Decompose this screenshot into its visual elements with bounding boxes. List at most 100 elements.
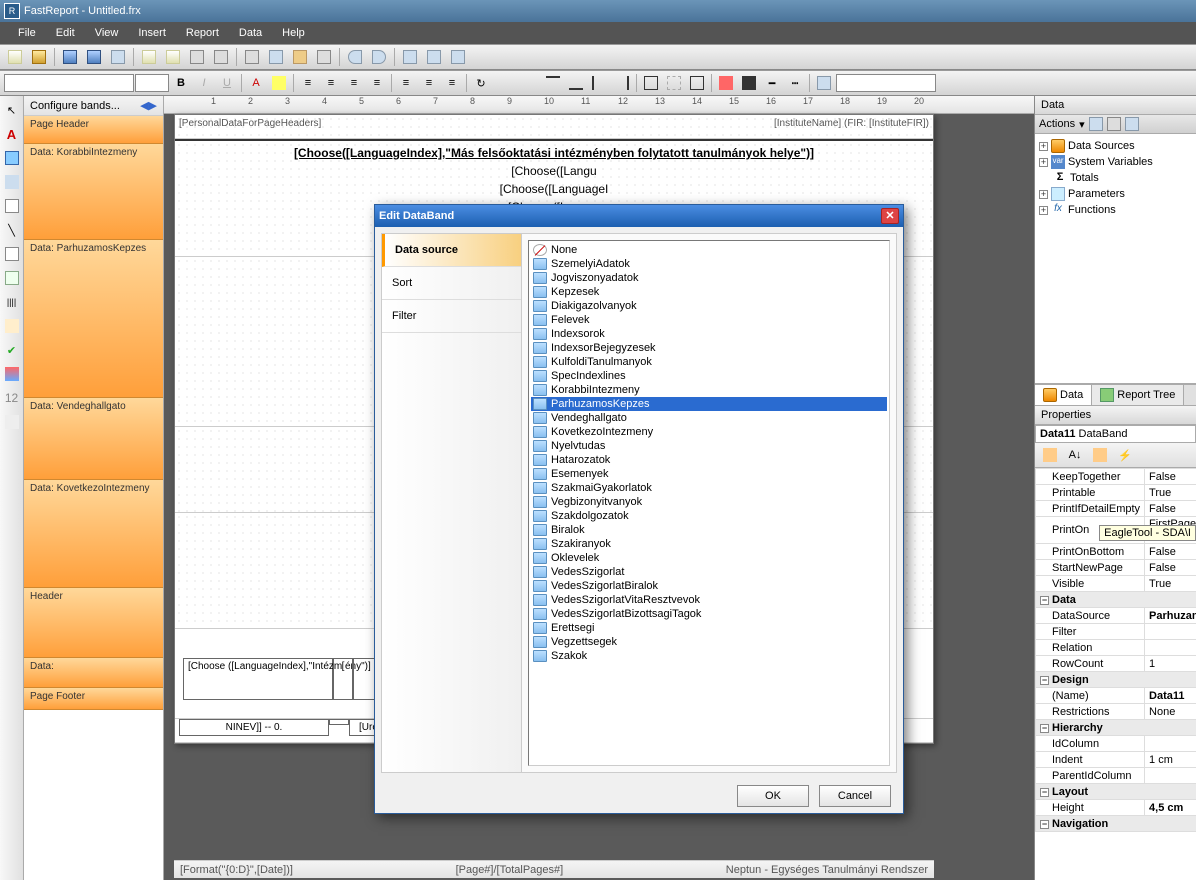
actions-icon-3[interactable] xyxy=(1125,117,1139,131)
valign-middle-button[interactable]: ≡ xyxy=(418,73,440,93)
border-top-button[interactable] xyxy=(542,73,564,93)
band-item[interactable]: Page Footer xyxy=(24,688,163,710)
prop-pages-button[interactable] xyxy=(1089,445,1111,465)
align-left-button[interactable]: ≡ xyxy=(297,73,319,93)
page-dialog-button[interactable] xyxy=(162,47,184,67)
saveall-button[interactable] xyxy=(83,47,105,67)
font-size-input[interactable] xyxy=(135,74,169,92)
highlight-button[interactable] xyxy=(268,73,290,93)
datasource-item[interactable]: SpecIndexlines xyxy=(531,369,887,383)
menu-file[interactable]: File xyxy=(8,25,46,41)
datasource-item[interactable]: Felevek xyxy=(531,313,887,327)
band-item[interactable]: Data: xyxy=(24,658,163,688)
align-right-button[interactable]: ≡ xyxy=(343,73,365,93)
page-header-right[interactable]: [InstituteName] (FIR: [InstituteFIR]) xyxy=(774,118,929,129)
border-all-button[interactable] xyxy=(640,73,662,93)
menu-report[interactable]: Report xyxy=(176,25,229,41)
cellular-tool[interactable] xyxy=(2,412,22,432)
style-dropdown[interactable] xyxy=(813,73,835,93)
datasource-item[interactable]: IndexsorBejegyzesek xyxy=(531,341,887,355)
pointer-tool[interactable]: ↖ xyxy=(2,100,22,120)
page-header-left[interactable]: [PersonalDataForPageHeaders] xyxy=(179,118,321,129)
picture-tool[interactable] xyxy=(2,148,22,168)
bands-collapse-icon[interactable]: ◀▶ xyxy=(140,99,157,112)
datasource-item[interactable]: KorabbiIntezmeny xyxy=(531,383,887,397)
cancel-button[interactable]: Cancel xyxy=(819,785,891,807)
datasource-list[interactable]: NoneSzemelyiAdatokJogviszonyadatokKepzes… xyxy=(528,240,890,766)
style-name-input[interactable] xyxy=(836,74,936,92)
band-item[interactable]: Data: Vendeghallgato xyxy=(24,398,163,480)
datasource-item[interactable]: Hatarozatok xyxy=(531,453,887,467)
datasource-item[interactable]: Vegzettsegek xyxy=(531,635,887,649)
datasource-item[interactable]: Oklevelek xyxy=(531,551,887,565)
text-tool[interactable]: A xyxy=(2,124,22,144)
datasource-item[interactable]: KulfoldiTanulmanyok xyxy=(531,355,887,369)
richtext-tool[interactable] xyxy=(2,316,22,336)
group-button[interactable] xyxy=(399,47,421,67)
actions-dropdown[interactable]: Actions xyxy=(1039,118,1075,130)
menu-data[interactable]: Data xyxy=(229,25,272,41)
datasource-item[interactable]: VedesSzigorlatBizottsagiTagok xyxy=(531,607,887,621)
menu-view[interactable]: View xyxy=(85,25,129,41)
datasource-item[interactable]: VedesSzigorlatVitaResztvevok xyxy=(531,593,887,607)
band-item[interactable]: Data: KorabbiIntezmeny xyxy=(24,144,163,240)
valign-top-button[interactable]: ≡ xyxy=(395,73,417,93)
tab-filter[interactable]: Filter xyxy=(382,300,521,333)
matrix-tool[interactable] xyxy=(2,268,22,288)
band-item[interactable]: Header xyxy=(24,588,163,658)
rotate-button[interactable]: ↻ xyxy=(470,73,492,93)
align-justify-button[interactable]: ≡ xyxy=(366,73,388,93)
border-bottom-button[interactable] xyxy=(565,73,587,93)
datasource-item[interactable]: Nyelvtudas xyxy=(531,439,887,453)
datasource-item[interactable]: SzakmaiGyakorlatok xyxy=(531,481,887,495)
band-item[interactable]: Data: KovetkezoIntezmeny xyxy=(24,480,163,588)
new-button[interactable] xyxy=(4,47,26,67)
prop-events-button[interactable]: ⚡ xyxy=(1114,445,1136,465)
bold-button[interactable]: B xyxy=(170,73,192,93)
datasource-item[interactable]: Szakok xyxy=(531,649,887,663)
underline-button[interactable]: U xyxy=(216,73,238,93)
table-tool[interactable] xyxy=(2,244,22,264)
datasource-item[interactable]: VedesSzigorlat xyxy=(531,565,887,579)
barcode-tool[interactable]: |||| xyxy=(2,292,22,312)
datasource-item[interactable]: None xyxy=(531,243,887,257)
datasource-item[interactable]: Diakigazolvanyok xyxy=(531,299,887,313)
datasource-item[interactable]: Jogviszonyadatok xyxy=(531,271,887,285)
datasource-item[interactable]: Vendeghallgato xyxy=(531,411,887,425)
chart-tool[interactable] xyxy=(2,364,22,384)
bands-header-label[interactable]: Configure bands... xyxy=(30,100,120,112)
menu-edit[interactable]: Edit xyxy=(46,25,85,41)
copy-button[interactable] xyxy=(265,47,287,67)
checkbox-tool[interactable]: ✔ xyxy=(2,340,22,360)
align-center-button[interactable]: ≡ xyxy=(320,73,342,93)
open-button[interactable] xyxy=(28,47,50,67)
italic-button[interactable]: I xyxy=(193,73,215,93)
data-tree[interactable]: +Data Sources +varSystem Variables ΣTota… xyxy=(1035,134,1196,384)
border-props-button[interactable] xyxy=(686,73,708,93)
font-family-input[interactable] xyxy=(4,74,134,92)
tab-sort[interactable]: Sort xyxy=(382,267,521,300)
datasource-item[interactable]: KovetkezoIntezmeny xyxy=(531,425,887,439)
band-tool[interactable] xyxy=(2,172,22,192)
datasource-item[interactable]: Indexsorok xyxy=(531,327,887,341)
line-color-button[interactable] xyxy=(738,73,760,93)
actions-icon-1[interactable] xyxy=(1089,117,1103,131)
datasource-item[interactable]: Kepzesek xyxy=(531,285,887,299)
valign-bottom-button[interactable]: ≡ xyxy=(441,73,463,93)
prop-categorized-button[interactable] xyxy=(1039,445,1061,465)
ok-button[interactable]: OK xyxy=(737,785,809,807)
ungroup-button[interactable] xyxy=(423,47,445,67)
datasource-item[interactable]: Biralok xyxy=(531,523,887,537)
paste-button[interactable] xyxy=(289,47,311,67)
band-item[interactable]: Page Header xyxy=(24,116,163,144)
cut-button[interactable] xyxy=(241,47,263,67)
line-style-button[interactable]: ┅ xyxy=(784,73,806,93)
save-button[interactable] xyxy=(59,47,81,67)
prop-az-button[interactable]: A↓ xyxy=(1064,445,1086,465)
shape-tool[interactable] xyxy=(2,196,22,216)
datasource-item[interactable]: SzemelyiAdatok xyxy=(531,257,887,271)
redo-button[interactable] xyxy=(368,47,390,67)
border-right-button[interactable] xyxy=(611,73,633,93)
page-delete-button[interactable] xyxy=(186,47,208,67)
border-left-button[interactable] xyxy=(588,73,610,93)
